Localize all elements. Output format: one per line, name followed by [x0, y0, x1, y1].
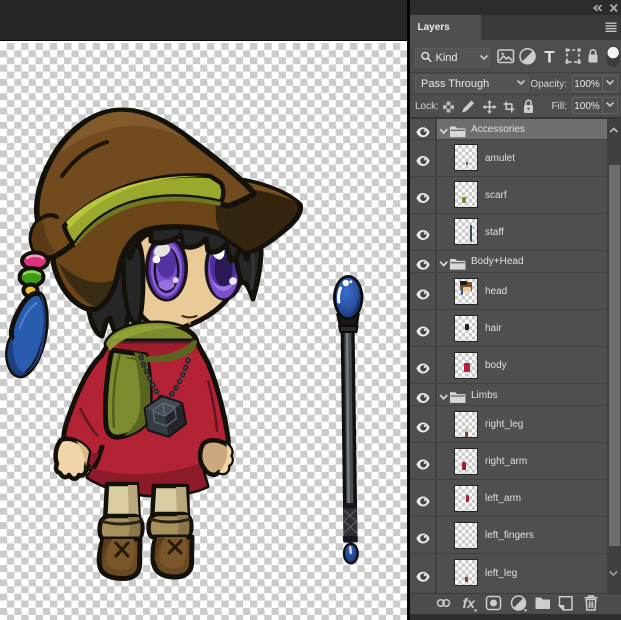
svg-text:T: T	[544, 48, 555, 67]
svg-text:fx: fx	[462, 595, 476, 611]
